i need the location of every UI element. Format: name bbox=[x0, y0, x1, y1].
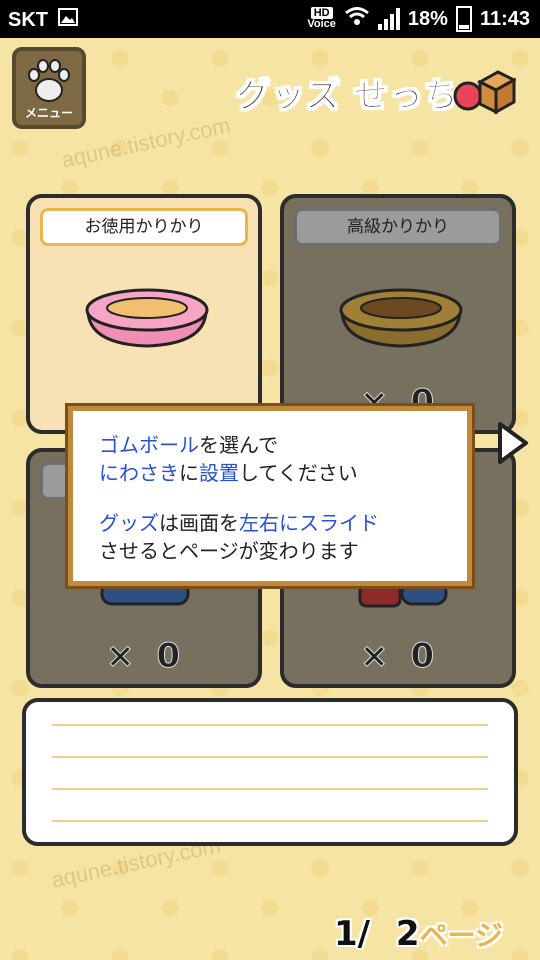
signal-icon bbox=[377, 8, 400, 30]
wifi-icon bbox=[344, 6, 370, 32]
carrier-label: SKT bbox=[8, 8, 48, 31]
card-label: 高級かりかり bbox=[294, 208, 502, 246]
notepad-line bbox=[52, 820, 488, 822]
ball-and-box-icon bbox=[452, 66, 518, 120]
battery-icon bbox=[455, 6, 472, 32]
menu-button[interactable]: メニュー bbox=[12, 47, 86, 129]
card-label: お徳用かりかり bbox=[40, 208, 248, 246]
tutorial-dialog[interactable]: ゴムボールを選んで にわさきに設置してください グッズは画面を左右にスライド さ… bbox=[68, 406, 472, 586]
menu-label: メニュー bbox=[24, 106, 73, 120]
hd-voice-icon: HD Voice bbox=[307, 7, 336, 30]
pink-food-bowl-icon bbox=[85, 288, 209, 348]
gold-food-bowl-icon bbox=[339, 288, 463, 348]
item-count: × 0 bbox=[106, 636, 181, 677]
page-title: グッズ せっち bbox=[236, 76, 459, 117]
page-indicator: 1/ 2ページ bbox=[334, 914, 504, 954]
dialog-paragraph-1: ゴムボールを選んで にわさきに設置してください bbox=[99, 433, 358, 485]
item-count: × 0 bbox=[360, 636, 435, 677]
clock: 11:43 bbox=[479, 7, 530, 30]
dialog-paragraph-2: グッズは画面を左右にスライド させるとページが変わります bbox=[99, 511, 379, 563]
description-notepad bbox=[22, 698, 518, 846]
status-bar: SKT HD Voice 18% 11:43 bbox=[0, 0, 540, 38]
notepad-line bbox=[52, 756, 488, 758]
image-notification-icon bbox=[58, 8, 78, 32]
notepad-line bbox=[52, 788, 488, 790]
goods-card-premium-kibble[interactable]: 高級かりかり × 0 bbox=[280, 194, 516, 434]
next-page-arrow-icon[interactable] bbox=[496, 420, 530, 466]
paw-icon bbox=[28, 59, 70, 102]
battery-label: 18% bbox=[407, 7, 448, 30]
notepad-line bbox=[52, 724, 488, 726]
goods-card-bargain-kibble[interactable]: お徳用かりかり bbox=[26, 194, 262, 434]
